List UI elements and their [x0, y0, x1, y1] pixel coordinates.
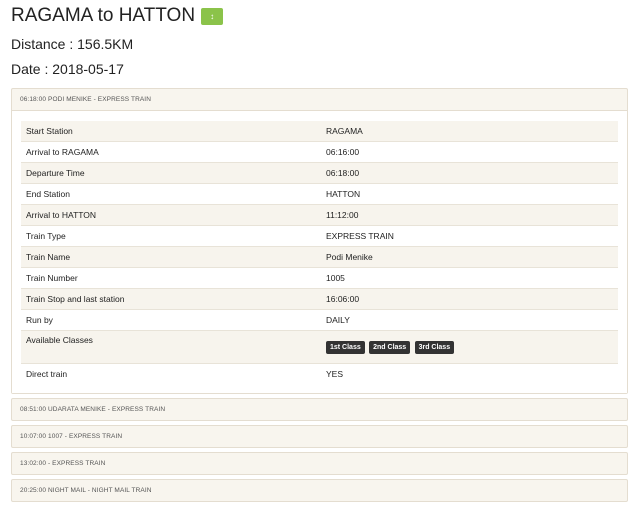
train-panel-header[interactable]: 13:02:00 - EXPRESS TRAIN — [12, 453, 627, 474]
train-panel: 13:02:00 - EXPRESS TRAIN — [11, 452, 628, 475]
detail-label: Direct train — [21, 363, 321, 384]
detail-label: Arrival to RAGAMA — [21, 141, 321, 163]
detail-value: 06:16:00 — [321, 141, 618, 163]
train-panel: 20:25:00 NIGHT MAIL - NIGHT MAIL TRAIN — [11, 479, 628, 502]
class-chip-group: 1st Class 2nd Class 3rd Class — [321, 330, 618, 364]
train-accordion: 06:18:00 PODI MENIKE - EXPRESS TRAIN Sta… — [11, 88, 628, 502]
detail-value: 1005 — [321, 267, 618, 289]
train-details-table: Start Station RAGAMA Arrival to RAGAMA 0… — [21, 121, 618, 384]
detail-label: Start Station — [21, 121, 321, 142]
detail-value: YES — [321, 363, 618, 384]
route-title: RAGAMA to HATTON — [11, 5, 196, 26]
detail-label: Train Type — [21, 225, 321, 247]
table-row: Arrival to HATTON 11:12:00 — [21, 204, 618, 226]
detail-label: Train Stop and last station — [21, 288, 321, 310]
table-row: End Station HATTON — [21, 183, 618, 205]
train-panel: 06:18:00 PODI MENIKE - EXPRESS TRAIN Sta… — [11, 88, 628, 394]
table-row: Run by DAILY — [21, 309, 618, 331]
detail-value: 11:12:00 — [321, 204, 618, 226]
detail-label: Departure Time — [21, 162, 321, 184]
train-panel: 08:51:00 UDARATA MENIKE - EXPRESS TRAIN — [11, 398, 628, 421]
class-chip-1st[interactable]: 1st Class — [326, 340, 365, 354]
detail-value: RAGAMA — [321, 121, 618, 142]
train-panel-header[interactable]: 06:18:00 PODI MENIKE - EXPRESS TRAIN — [12, 89, 627, 111]
detail-value: 06:18:00 — [321, 162, 618, 184]
table-row: Start Station RAGAMA — [21, 121, 618, 142]
detail-value: 16:06:00 — [321, 288, 618, 310]
detail-label: Available Classes — [21, 330, 321, 364]
date-text: Date : 2018-05-17 — [11, 61, 124, 77]
detail-label: Run by — [21, 309, 321, 331]
class-chip-2nd[interactable]: 2nd Class — [369, 340, 411, 354]
detail-value: Podi Menike — [321, 246, 618, 268]
table-row: Train Number 1005 — [21, 267, 618, 289]
detail-label: Train Number — [21, 267, 321, 289]
table-row: Direct train YES — [21, 363, 618, 384]
distance-text: Distance : 156.5KM — [11, 36, 134, 52]
train-panel-header[interactable]: 08:51:00 UDARATA MENIKE - EXPRESS TRAIN — [12, 399, 627, 420]
train-panel-header[interactable]: 10:07:00 1007 - EXPRESS TRAIN — [12, 426, 627, 447]
class-chip-3rd[interactable]: 3rd Class — [414, 340, 455, 354]
table-row: Train Name Podi Menike — [21, 246, 618, 268]
table-row: Arrival to RAGAMA 06:16:00 — [21, 141, 618, 163]
table-row-classes: Available Classes 1st Class 2nd Class 3r… — [21, 330, 618, 364]
detail-label: Arrival to HATTON — [21, 204, 321, 226]
train-panel-body: Start Station RAGAMA Arrival to RAGAMA 0… — [12, 111, 627, 393]
page: RAGAMA to HATTON ↕ Distance : 156.5KM Da… — [0, 1, 640, 512]
detail-value: EXPRESS TRAIN — [321, 225, 618, 247]
swap-direction-icon[interactable]: ↕ — [201, 7, 224, 25]
detail-value: HATTON — [321, 183, 618, 205]
table-row: Train Type EXPRESS TRAIN — [21, 225, 618, 247]
table-row: Departure Time 06:18:00 — [21, 162, 618, 184]
detail-label: End Station — [21, 183, 321, 205]
title-row: RAGAMA to HATTON ↕ — [11, 1, 628, 31]
train-panel: 10:07:00 1007 - EXPRESS TRAIN — [11, 425, 628, 448]
detail-label: Train Name — [21, 246, 321, 268]
train-panel-header[interactable]: 20:25:00 NIGHT MAIL - NIGHT MAIL TRAIN — [12, 480, 627, 501]
table-row: Train Stop and last station 16:06:00 — [21, 288, 618, 310]
detail-value: DAILY — [321, 309, 618, 331]
